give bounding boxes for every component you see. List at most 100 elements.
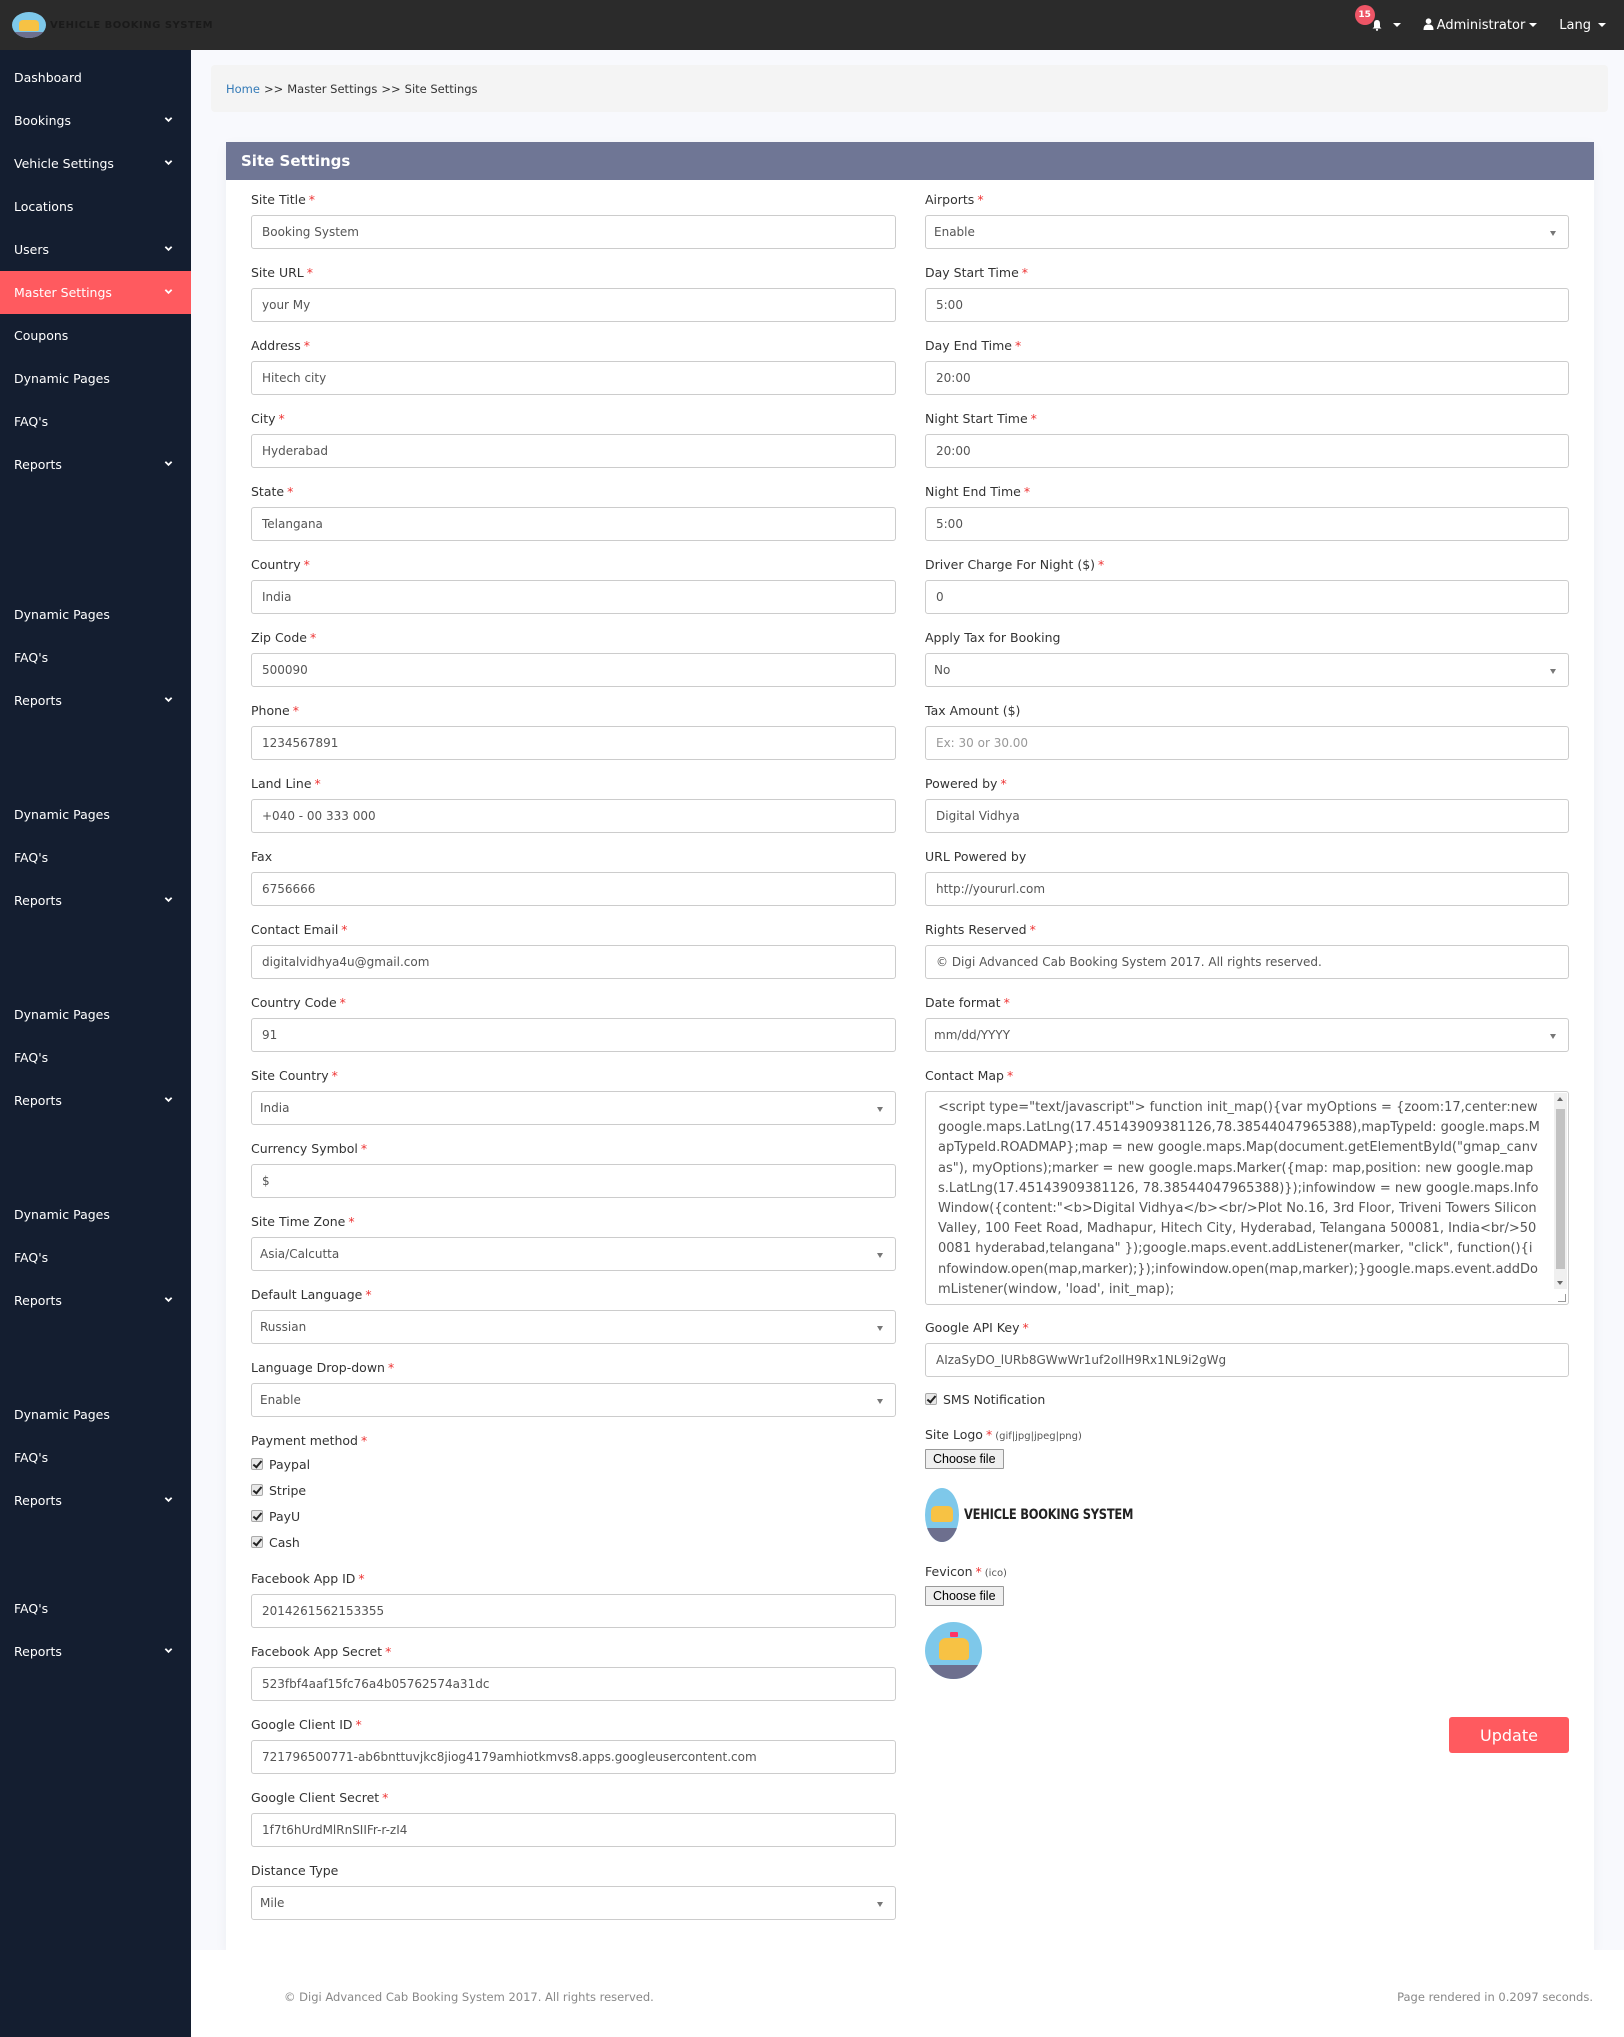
required-asterisk: * bbox=[1098, 557, 1105, 572]
sidebar-item-dynamic-pages[interactable]: Dynamic Pages bbox=[0, 1393, 191, 1436]
sidebar-item-coupons[interactable]: Coupons bbox=[0, 314, 191, 357]
sidebar-item-faq-s[interactable]: FAQ's bbox=[0, 1587, 191, 1630]
sidebar-item-faq-s[interactable]: FAQ's bbox=[0, 1036, 191, 1079]
language-menu[interactable]: Lang bbox=[1559, 18, 1606, 33]
zip-code-input[interactable]: 500090 bbox=[251, 653, 896, 687]
required-asterisk: * bbox=[355, 1717, 362, 1732]
country-input[interactable]: India bbox=[251, 580, 896, 614]
sidebar-item-users[interactable]: Users bbox=[0, 228, 191, 271]
checkbox-checked-icon[interactable] bbox=[251, 1484, 263, 1496]
google-client-id-input[interactable]: 721796500771-ab6bnttuvjkc8jiog4179amhiot… bbox=[251, 1740, 896, 1774]
rights-reserved-input[interactable]: © Digi Advanced Cab Booking System 2017.… bbox=[925, 945, 1569, 979]
sidebar-item-vehicle-settings[interactable]: Vehicle Settings bbox=[0, 142, 191, 185]
sidebar-item-reports[interactable]: Reports bbox=[0, 443, 191, 486]
currency-symbol-input[interactable]: $ bbox=[251, 1164, 896, 1198]
date-format-select[interactable]: mm/dd/YYYY bbox=[925, 1018, 1569, 1052]
sidebar-item-faq-s[interactable]: FAQ's bbox=[0, 1236, 191, 1279]
google-api-key-input[interactable]: AIzaSyDO_lURb8GWwWr1uf2oIlH9Rx1NL9i2gWg bbox=[925, 1343, 1569, 1377]
sidebar-item-reports[interactable]: Reports bbox=[0, 1479, 191, 1522]
sidebar-item-locations[interactable]: Locations bbox=[0, 185, 191, 228]
sidebar-item-faq-s[interactable]: FAQ's bbox=[0, 836, 191, 879]
checkbox-checked-icon[interactable] bbox=[251, 1458, 263, 1470]
default-language-select[interactable]: Russian bbox=[251, 1310, 896, 1344]
sidebar-item-faq-s[interactable]: FAQ's bbox=[0, 400, 191, 443]
resize-grip-icon[interactable] bbox=[1558, 1294, 1566, 1302]
sidebar-item-faq-s[interactable]: FAQ's bbox=[0, 1436, 191, 1479]
sidebar-item-dynamic-pages[interactable]: Dynamic Pages bbox=[0, 593, 191, 636]
payment-stripe-checkbox[interactable]: Stripe bbox=[251, 1477, 896, 1503]
sidebar-item-dynamic-pages[interactable]: Dynamic Pages bbox=[0, 1193, 191, 1236]
google-api-key-label: Google API Key bbox=[925, 1320, 1020, 1335]
sidebar-item-reports[interactable]: Reports bbox=[0, 1079, 191, 1122]
facebook-app-id-input[interactable]: 2014261562153355 bbox=[251, 1594, 896, 1628]
contact-map-textarea[interactable]: <script type="text/javascript"> function… bbox=[925, 1091, 1569, 1305]
tax-amount-input[interactable]: Ex: 30 or 30.00 bbox=[925, 726, 1569, 760]
country-code-input[interactable]: 91 bbox=[251, 1018, 896, 1052]
sidebar-item-reports[interactable]: Reports bbox=[0, 679, 191, 722]
city-input[interactable]: Hyderabad bbox=[251, 434, 896, 468]
required-asterisk: * bbox=[385, 1644, 392, 1659]
sidebar-item-bookings[interactable]: Bookings bbox=[0, 99, 191, 142]
favicon-choose-file-button[interactable]: Choose file bbox=[925, 1586, 1004, 1606]
fax-input[interactable]: 6756666 bbox=[251, 872, 896, 906]
sidebar-item-reports[interactable]: Reports bbox=[0, 879, 191, 922]
google-api-key-field: Google API Key * AIzaSyDO_lURb8GWwWr1uf2o… bbox=[925, 1318, 1569, 1377]
contact-email-input[interactable]: digitalvidhya4u@gmail.com bbox=[251, 945, 896, 979]
site-logo-hint: (gif|jpg|jpeg|png) bbox=[995, 1431, 1082, 1442]
state-input[interactable]: Telangana bbox=[251, 507, 896, 541]
notifications-dropdown[interactable]: 15 bbox=[1354, 5, 1401, 31]
sidebar-item-dashboard[interactable]: Dashboard bbox=[0, 56, 191, 99]
sidebar-item-master-settings[interactable]: Master Settings bbox=[0, 271, 191, 314]
airports-label: Airports bbox=[925, 192, 975, 207]
textarea-scrollbar[interactable] bbox=[1554, 1093, 1567, 1289]
user-menu[interactable]: Administrator bbox=[1423, 18, 1538, 33]
app-logo[interactable]: VEHICLE BOOKING SYSTEM bbox=[12, 12, 213, 38]
powered-by-input[interactable]: Digital Vidhya bbox=[925, 799, 1569, 833]
facebook-app-secret-input[interactable]: 523fbf4aaf15fc76a4b05762574a31dc bbox=[251, 1667, 896, 1701]
site-country-select[interactable]: India bbox=[251, 1091, 896, 1125]
distance-type-select[interactable]: Mile bbox=[251, 1886, 896, 1920]
site-url-input[interactable]: your My bbox=[251, 288, 896, 322]
site-logo-choose-file-button[interactable]: Choose file bbox=[925, 1449, 1004, 1469]
checkbox-checked-icon[interactable] bbox=[251, 1536, 263, 1548]
phone-input[interactable]: 1234567891 bbox=[251, 726, 896, 760]
tax-amount-label: Tax Amount ($) bbox=[925, 703, 1021, 718]
fax-label: Fax bbox=[251, 849, 273, 864]
checkbox-checked-icon[interactable] bbox=[925, 1393, 937, 1405]
required-asterisk: * bbox=[1007, 1068, 1014, 1083]
sidebar-item-reports[interactable]: Reports bbox=[0, 1279, 191, 1322]
day-start-time-input[interactable]: 5:00 bbox=[925, 288, 1569, 322]
night-start-time-input[interactable]: 20:00 bbox=[925, 434, 1569, 468]
sidebar-item-dynamic-pages[interactable]: Dynamic Pages bbox=[0, 793, 191, 836]
sidebar-item-reports[interactable]: Reports bbox=[0, 1630, 191, 1673]
apply-tax-field: Apply Tax for Booking No bbox=[925, 628, 1569, 687]
sidebar-item-dynamic-pages[interactable]: Dynamic Pages bbox=[0, 357, 191, 400]
scroll-down-arrow-icon[interactable] bbox=[1557, 1281, 1563, 1285]
payment-option-label: Stripe bbox=[269, 1482, 307, 1498]
google-client-secret-input[interactable]: 1f7t6hUrdMlRnSIIFr-r-zI4 bbox=[251, 1813, 896, 1847]
driver-charge-input[interactable]: 0 bbox=[925, 580, 1569, 614]
sidebar-item-dynamic-pages[interactable]: Dynamic Pages bbox=[0, 993, 191, 1036]
scrollbar-thumb[interactable] bbox=[1556, 1109, 1565, 1269]
address-input[interactable]: Hitech city bbox=[251, 361, 896, 395]
payment-cash-checkbox[interactable]: Cash bbox=[251, 1529, 896, 1555]
land-line-input[interactable]: +040 - 00 333 000 bbox=[251, 799, 896, 833]
day-end-time-input[interactable]: 20:00 bbox=[925, 361, 1569, 395]
payment-payu-checkbox[interactable]: PayU bbox=[251, 1503, 896, 1529]
payment-paypal-checkbox[interactable]: Paypal bbox=[251, 1451, 896, 1477]
site-title-input[interactable]: Booking System bbox=[251, 215, 896, 249]
language-dropdown-select[interactable]: Enable bbox=[251, 1383, 896, 1417]
checkbox-checked-icon[interactable] bbox=[251, 1510, 263, 1522]
sidebar-item-faq-s[interactable]: FAQ's bbox=[0, 636, 191, 679]
breadcrumb-home-link[interactable]: Home bbox=[226, 82, 260, 96]
chevron-down-icon bbox=[164, 1648, 173, 1654]
airports-select[interactable]: Enable bbox=[925, 215, 1569, 249]
sms-notification-checkbox[interactable]: SMS Notification bbox=[925, 1386, 1569, 1412]
url-powered-by-input[interactable]: http://yoururl.com bbox=[925, 872, 1569, 906]
update-button[interactable]: Update bbox=[1449, 1717, 1569, 1753]
time-zone-select[interactable]: Asia/Calcutta bbox=[251, 1237, 896, 1271]
required-asterisk: * bbox=[387, 1360, 395, 1375]
scroll-up-arrow-icon[interactable] bbox=[1557, 1097, 1563, 1101]
apply-tax-select[interactable]: No bbox=[925, 653, 1569, 687]
night-end-time-input[interactable]: 5:00 bbox=[925, 507, 1569, 541]
